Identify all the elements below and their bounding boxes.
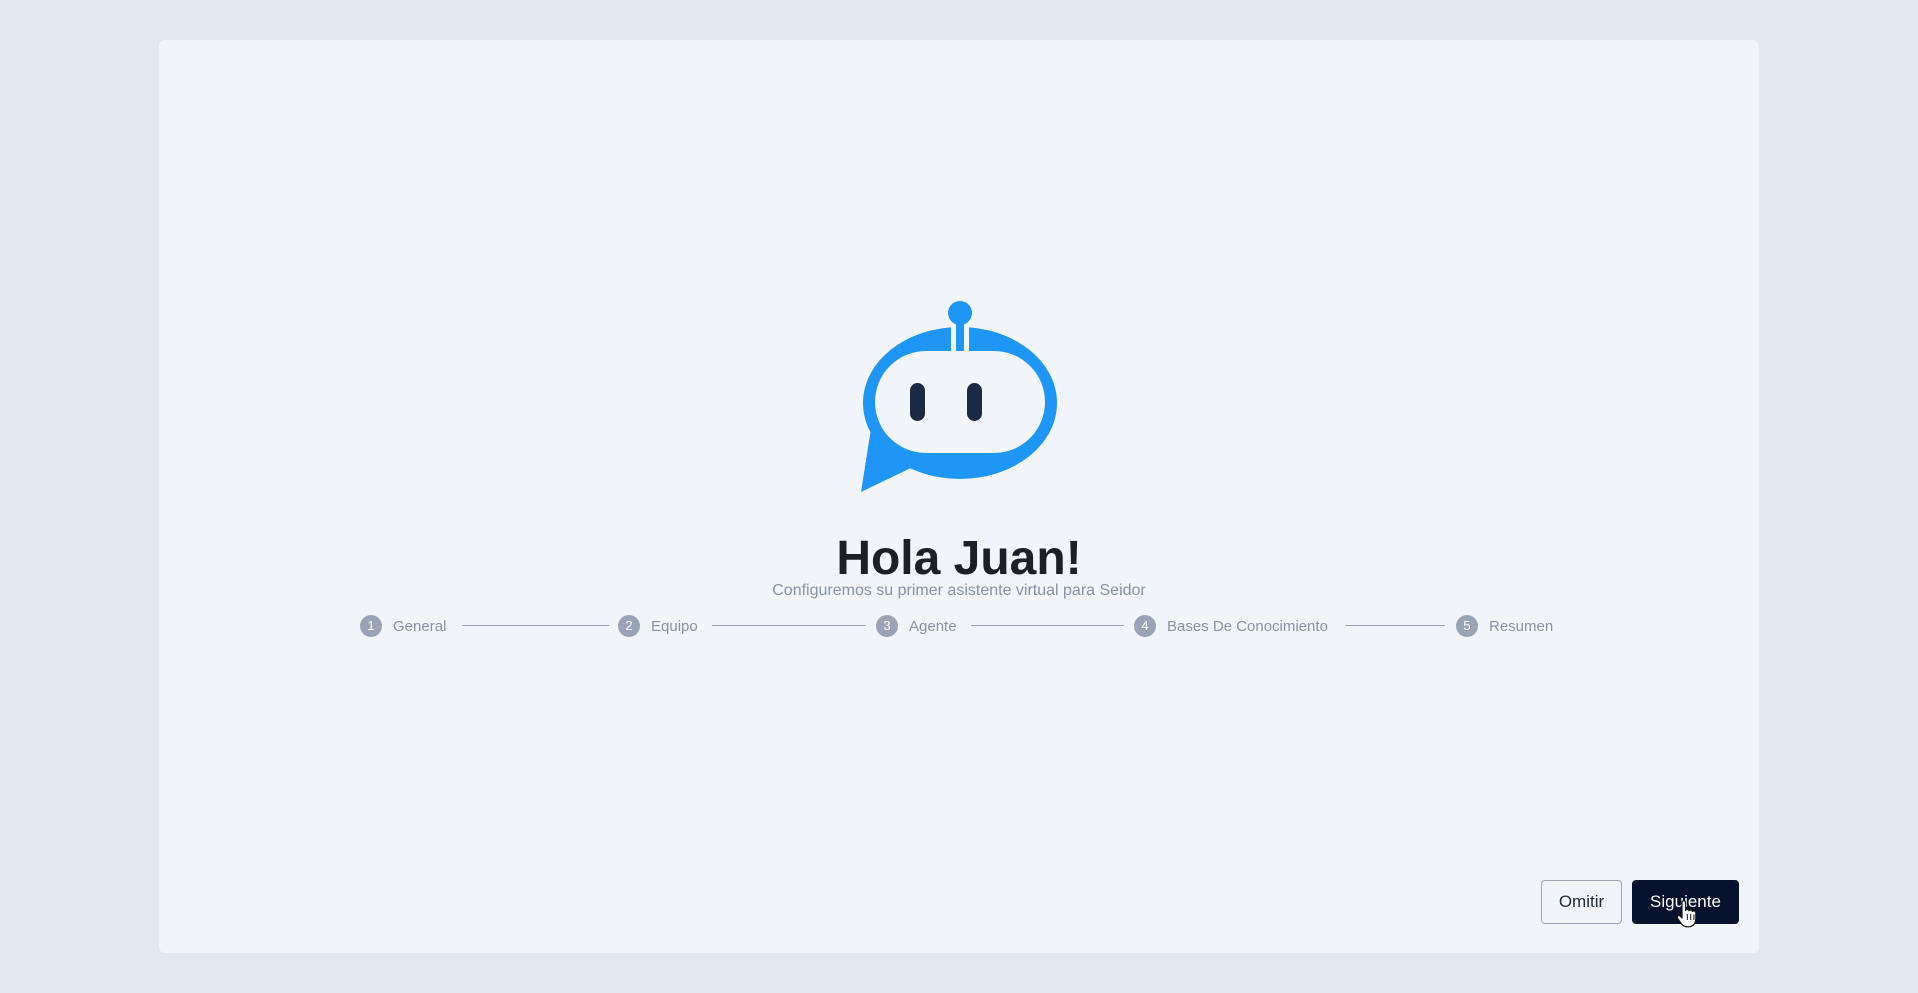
step-general[interactable]: 1 General [360,614,446,638]
step-number: 1 [360,615,382,637]
step-connector [971,625,1124,626]
step-number: 3 [876,615,898,637]
step-connector [712,625,866,626]
skip-button[interactable]: Omitir [1541,880,1622,924]
step-label: Bases De Conocimiento [1167,617,1328,635]
step-number: 2 [618,615,640,637]
step-bases-de-conocimiento[interactable]: 4 Bases De Conocimiento [1134,614,1328,638]
step-number: 5 [1456,615,1478,637]
step-number: 4 [1134,615,1156,637]
step-equipo[interactable]: 2 Equipo [618,614,698,638]
step-connector [462,625,609,626]
step-label: Agente [909,617,957,635]
step-resumen[interactable]: 5 Resumen [1456,614,1553,638]
onboarding-card [159,40,1759,953]
step-agente[interactable]: 3 Agente [876,614,957,638]
chat-bot-icon [861,301,1057,492]
step-label: Resumen [1489,617,1554,635]
step-label: General [393,617,447,635]
greeting-subtitle: Configuremos su primer asistente virtual… [772,582,1146,599]
hand-pointer-icon [1676,900,1697,928]
step-label: Equipo [651,617,698,635]
step-connector [1345,625,1445,626]
setup-stepper: 1 General 2 Equipo 3 Agente 4 Bases De C… [360,614,1560,638]
